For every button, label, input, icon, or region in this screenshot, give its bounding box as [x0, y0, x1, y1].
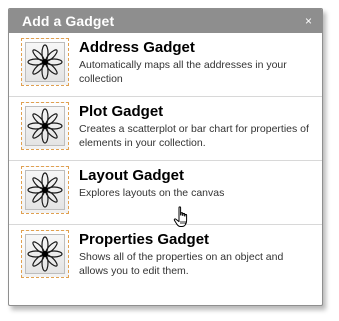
gadget-icon-frame [21, 230, 69, 278]
gadget-description: Creates a scatterplot or bar chart for p… [79, 123, 309, 149]
gadget-description: Explores layouts on the canvas [79, 187, 225, 199]
gadget-icon-frame [21, 38, 69, 86]
gadget-name: Layout Gadget [79, 167, 185, 184]
gadget-item-layout[interactable]: Layout Gadget Explores layouts on the ca… [9, 161, 322, 225]
gadget-star-icon [25, 106, 65, 146]
gadget-text: Properties Gadget Shows all of the prope… [79, 231, 314, 278]
close-icon[interactable]: × [305, 15, 312, 27]
gadget-text: Plot Gadget Creates a scatterplot or bar… [79, 103, 314, 150]
dialog-titlebar[interactable]: Add a Gadget × [9, 9, 322, 33]
gadget-star-icon [25, 170, 65, 210]
gadget-name: Properties Gadget [79, 231, 210, 248]
gadget-name: Plot Gadget [79, 103, 164, 120]
gadget-item-plot[interactable]: Plot Gadget Creates a scatterplot or bar… [9, 97, 322, 161]
add-gadget-dialog: Add a Gadget × Address Gadget Automatica… [8, 8, 323, 306]
gadget-star-icon [25, 234, 65, 274]
dialog-title: Add a Gadget [22, 13, 115, 29]
gadget-name: Address Gadget [79, 39, 195, 56]
gadget-description: Shows all of the properties on an object… [79, 251, 284, 277]
gadget-text: Layout Gadget Explores layouts on the ca… [79, 167, 314, 200]
gadget-item-address[interactable]: Address Gadget Automatically maps all th… [9, 33, 322, 97]
gadget-item-properties[interactable]: Properties Gadget Shows all of the prope… [9, 225, 322, 289]
gadget-icon-frame [21, 166, 69, 214]
gadget-star-icon [25, 42, 65, 82]
gadget-list: Address Gadget Automatically maps all th… [9, 33, 322, 289]
gadget-text: Address Gadget Automatically maps all th… [79, 39, 314, 86]
gadget-icon-frame [21, 102, 69, 150]
gadget-description: Automatically maps all the addresses in … [79, 59, 287, 85]
